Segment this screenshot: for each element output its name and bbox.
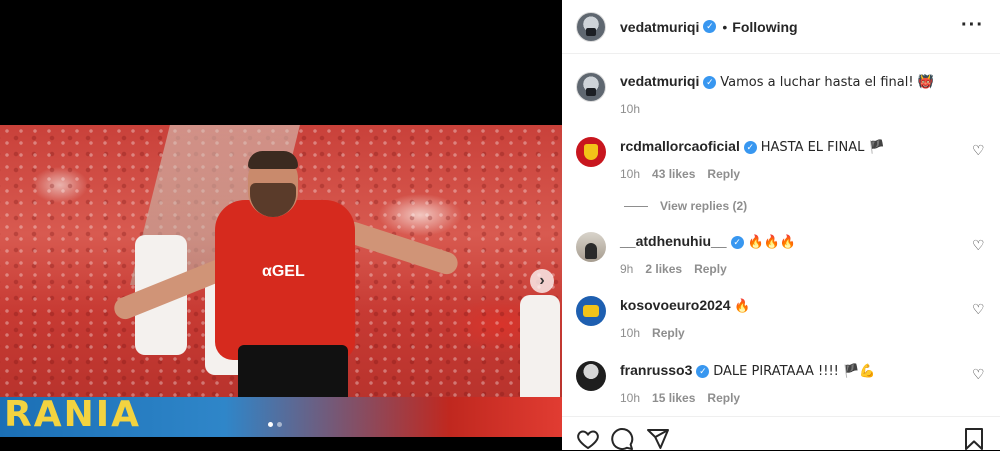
comments-list[interactable]: vedatmuriqi ✓ Vamos a luchar hasta el fin… bbox=[562, 54, 1000, 416]
reply-button[interactable]: Reply bbox=[694, 262, 727, 276]
comment-line: rcdmallorcaoficial ✓ HASTA EL FINAL 🏴 bbox=[620, 137, 970, 157]
comment-time: 10h bbox=[620, 391, 641, 405]
heart-icon[interactable]: ♡ bbox=[972, 302, 986, 316]
comment-time: 10h bbox=[620, 326, 641, 340]
verified-badge-icon: ✓ bbox=[703, 75, 717, 89]
action-bar bbox=[562, 416, 1000, 450]
post-photo[interactable]: αGEL RANIA › bbox=[0, 125, 562, 437]
view-replies-button[interactable]: View replies (2) bbox=[624, 199, 747, 213]
player-arm bbox=[339, 218, 461, 278]
comment-text: 🔥 bbox=[734, 299, 751, 314]
reply-button[interactable]: Reply bbox=[707, 167, 740, 181]
comment-username[interactable]: rcdmallorcaoficial bbox=[620, 138, 740, 154]
caption-meta: 10h bbox=[620, 102, 970, 116]
post-modal: αGEL RANIA › vedatmuriqi ✓ • Following ·… bbox=[0, 0, 1000, 450]
jersey-sponsor: αGEL bbox=[262, 263, 305, 280]
comment-line: __atdhenuhiu__ ✓ 🔥🔥🔥 bbox=[620, 232, 970, 252]
commenter-avatar[interactable] bbox=[576, 361, 606, 391]
heart-icon[interactable]: ♡ bbox=[972, 238, 986, 252]
heart-icon[interactable]: ♡ bbox=[972, 143, 986, 157]
advertising-board-text: RANIA bbox=[4, 394, 141, 435]
verified-badge-icon: ✓ bbox=[743, 140, 757, 154]
share-icon[interactable] bbox=[646, 427, 670, 451]
view-replies-line bbox=[624, 205, 648, 207]
author-username[interactable]: vedatmuriqi bbox=[620, 19, 699, 35]
more-options-icon[interactable]: ··· bbox=[961, 14, 984, 37]
reply-button[interactable]: Reply bbox=[652, 326, 685, 340]
like-icon[interactable] bbox=[576, 427, 600, 451]
comment-line: franrusso3 ✓ DALE PIRATAAA !!!! 🏴💪 bbox=[620, 361, 970, 381]
comment-body: __atdhenuhiu__ ✓ 🔥🔥🔥 9h 2 likes Reply bbox=[620, 232, 970, 276]
comment-username[interactable]: kosovoeuro2024 bbox=[620, 297, 731, 313]
comment-item: rcdmallorcaoficial ✓ HASTA EL FINAL 🏴 10h… bbox=[576, 137, 986, 187]
heart-icon[interactable]: ♡ bbox=[972, 367, 986, 381]
following-button[interactable]: Following bbox=[732, 19, 797, 35]
comment-icon[interactable] bbox=[610, 427, 634, 451]
author-avatar[interactable] bbox=[576, 11, 606, 42]
caption-line: vedatmuriqi ✓ Vamos a luchar hasta el fin… bbox=[620, 72, 970, 92]
comment-text: HASTA EL FINAL 🏴 bbox=[760, 140, 885, 155]
advertising-board: RANIA bbox=[0, 394, 562, 437]
comment-likes[interactable]: 43 likes bbox=[652, 167, 695, 181]
caption-time: 10h bbox=[620, 102, 641, 116]
comment-line: kosovoeuro2024 🔥 bbox=[620, 296, 970, 316]
comment-likes[interactable]: 2 likes bbox=[645, 262, 682, 276]
commenter-avatar[interactable] bbox=[576, 137, 606, 167]
post-header: vedatmuriqi ✓ • Following ··· bbox=[562, 0, 1000, 54]
comment-username[interactable]: franrusso3 bbox=[620, 362, 692, 378]
comment-item: franrusso3 ✓ DALE PIRATAAA !!!! 🏴💪 10h 15… bbox=[576, 361, 986, 411]
commenter-avatar[interactable] bbox=[576, 232, 606, 262]
carousel-dots bbox=[268, 422, 282, 427]
player-hair bbox=[248, 151, 298, 169]
verified-badge-icon: ✓ bbox=[703, 20, 717, 33]
comment-meta: 10h 15 likes Reply bbox=[620, 391, 970, 405]
header-separator: • bbox=[722, 18, 728, 35]
post-caption: vedatmuriqi ✓ Vamos a luchar hasta el fin… bbox=[576, 72, 986, 122]
comment-meta: 9h 2 likes Reply bbox=[620, 262, 970, 276]
caption-username[interactable]: vedatmuriqi bbox=[620, 73, 699, 89]
verified-badge-icon: ✓ bbox=[696, 364, 710, 378]
author-avatar[interactable] bbox=[576, 72, 606, 102]
reply-button[interactable]: Reply bbox=[707, 391, 740, 405]
comment-meta: 10h Reply bbox=[620, 326, 970, 340]
save-icon[interactable] bbox=[962, 427, 986, 451]
comment-body: franrusso3 ✓ DALE PIRATAAA !!!! 🏴💪 10h 15… bbox=[620, 361, 970, 405]
comment-body: rcdmallorcaoficial ✓ HASTA EL FINAL 🏴 10h… bbox=[620, 137, 970, 181]
carousel-dot bbox=[268, 422, 273, 427]
verified-badge-icon: ✓ bbox=[730, 235, 744, 249]
post-media: αGEL RANIA › bbox=[0, 0, 562, 450]
header-user: vedatmuriqi ✓ • Following bbox=[620, 19, 798, 35]
comment-likes[interactable]: 15 likes bbox=[652, 391, 695, 405]
comment-text: 🔥🔥🔥 bbox=[747, 235, 797, 250]
comment-text: DALE PIRATAAA !!!! 🏴💪 bbox=[713, 364, 876, 379]
comment-username[interactable]: __atdhenuhiu__ bbox=[620, 233, 727, 249]
comment-time: 10h bbox=[620, 167, 641, 181]
comment-meta: 10h 43 likes Reply bbox=[620, 167, 970, 181]
carousel-dot bbox=[277, 422, 282, 427]
caption-body: vedatmuriqi ✓ Vamos a luchar hasta el fin… bbox=[620, 72, 970, 116]
comment-body: kosovoeuro2024 🔥 10h Reply bbox=[620, 296, 970, 340]
comment-time: 9h bbox=[620, 262, 634, 276]
comment-item: kosovoeuro2024 🔥 10h Reply ♡ bbox=[576, 296, 986, 346]
commenter-avatar[interactable] bbox=[576, 296, 606, 326]
view-replies-label: View replies (2) bbox=[660, 199, 748, 213]
caption-text: Vamos a luchar hasta el final! 👹 bbox=[720, 75, 934, 90]
next-arrow-icon[interactable]: › bbox=[530, 269, 554, 293]
celebrating-player: αGEL bbox=[90, 151, 470, 437]
comment-item: __atdhenuhiu__ ✓ 🔥🔥🔥 9h 2 likes Reply ♡ bbox=[576, 232, 986, 282]
post-side-panel: vedatmuriqi ✓ • Following ··· vedatmuriq… bbox=[562, 0, 1000, 450]
